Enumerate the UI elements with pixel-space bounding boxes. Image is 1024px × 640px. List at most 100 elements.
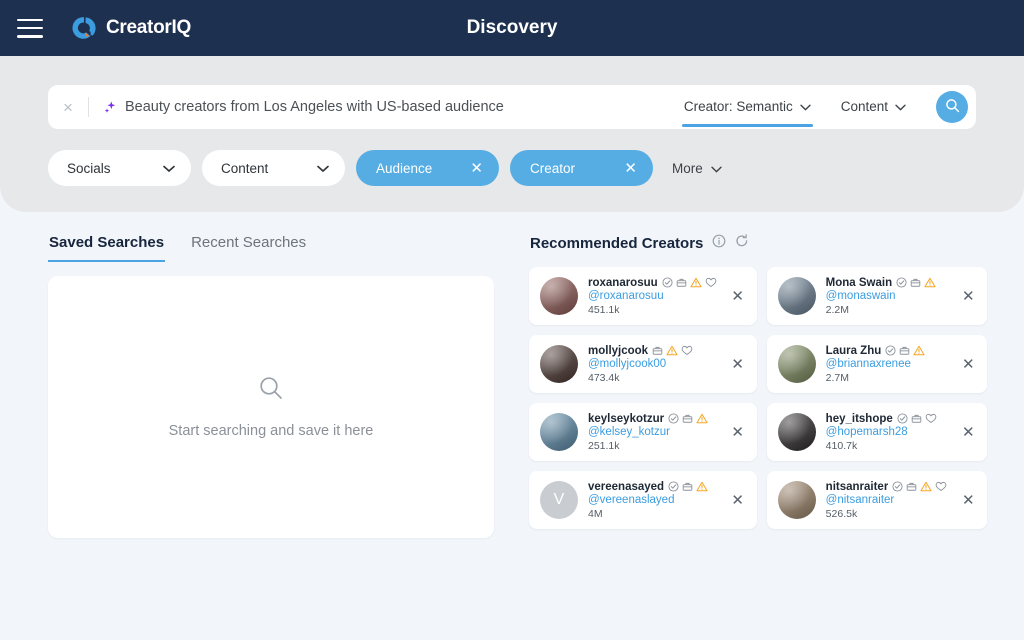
search-mode-content[interactable]: Content bbox=[839, 87, 908, 127]
creator-info: nitsanraiter@nitsanraiter 526.5k bbox=[826, 481, 948, 520]
remove-filter-icon[interactable]: ✕ bbox=[470, 161, 483, 176]
recommended-creators-grid: roxanarosuu@roxanarosuu451.1k✕Mona Swain… bbox=[529, 267, 987, 529]
creator-name-row: vereenasayed bbox=[588, 481, 717, 493]
verified-icon bbox=[885, 345, 896, 356]
creator-handle-link[interactable]: @roxanarosuu bbox=[588, 290, 717, 302]
search-icon bbox=[945, 98, 960, 116]
dismiss-creator-icon[interactable]: ✕ bbox=[727, 493, 749, 508]
filter-chip-content[interactable]: Content bbox=[202, 150, 345, 186]
clear-search-icon[interactable]: × bbox=[48, 99, 88, 116]
dismiss-creator-icon[interactable]: ✕ bbox=[957, 289, 979, 304]
creator-badges bbox=[896, 277, 936, 288]
creator-name: Mona Swain bbox=[826, 277, 892, 289]
creator-badges bbox=[892, 481, 947, 492]
creator-handle-link[interactable]: @briannaxrenee bbox=[826, 358, 948, 370]
filter-chip-label: Creator bbox=[530, 161, 575, 176]
filter-chip-label: Audience bbox=[376, 161, 432, 176]
creator-card[interactable]: Vvereenasayed@vereenaslayed4M ✕ bbox=[529, 471, 757, 529]
more-filters-button[interactable]: More bbox=[664, 150, 726, 186]
creator-card[interactable]: mollyjcook@mollyjcook00473.4k ✕ bbox=[529, 335, 757, 393]
main-content: Saved Searches Recent Searches Start sea… bbox=[0, 212, 1024, 538]
brand-logo-link[interactable]: CreatorIQ bbox=[71, 15, 191, 41]
dismiss-creator-icon[interactable]: ✕ bbox=[957, 493, 979, 508]
warning-icon bbox=[690, 277, 702, 288]
creator-card[interactable]: nitsanraiter@nitsanraiter 526.5k ✕ bbox=[767, 471, 988, 529]
filter-chip-creator[interactable]: Creator ✕ bbox=[510, 150, 653, 186]
info-circle-icon[interactable] bbox=[712, 234, 726, 253]
verified-icon bbox=[897, 413, 908, 424]
creator-info: mollyjcook@mollyjcook00473.4k bbox=[588, 345, 717, 384]
refresh-icon[interactable] bbox=[735, 234, 749, 253]
creator-info: Mona Swain@monaswain 2.2M bbox=[826, 277, 948, 316]
filter-chip-audience[interactable]: Audience ✕ bbox=[356, 150, 499, 186]
warning-icon bbox=[666, 345, 678, 356]
search-filter-panel: × Beauty creators from Los Angeles with … bbox=[0, 56, 1024, 212]
chevron-down-icon bbox=[711, 161, 722, 176]
creator-badges bbox=[897, 413, 937, 424]
filter-chip-label: Socials bbox=[67, 161, 111, 176]
creator-name-row: Laura Zhu bbox=[826, 345, 948, 357]
heart-icon bbox=[681, 345, 693, 356]
creator-info: hey_itshope@hopemarsh28 410.7k bbox=[826, 413, 948, 452]
creator-follower-count: 526.5k bbox=[826, 508, 948, 520]
briefcase-icon bbox=[910, 277, 921, 288]
search-mode-label: Creator: Semantic bbox=[684, 99, 793, 114]
creator-badges bbox=[662, 277, 717, 288]
avatar: V bbox=[540, 481, 578, 519]
briefcase-icon bbox=[682, 481, 693, 492]
creator-handle-link[interactable]: @kelsey_kotzur bbox=[588, 426, 717, 438]
searches-tab-bar: Saved Searches Recent Searches bbox=[48, 234, 494, 262]
briefcase-icon bbox=[906, 481, 917, 492]
creator-handle-link[interactable]: @nitsanraiter bbox=[826, 494, 948, 506]
creator-card[interactable]: hey_itshope@hopemarsh28 410.7k ✕ bbox=[767, 403, 988, 461]
creator-name: nitsanraiter bbox=[826, 481, 889, 493]
creator-name-row: roxanarosuu bbox=[588, 277, 717, 289]
filter-chip-socials[interactable]: Socials bbox=[48, 150, 191, 186]
creator-card[interactable]: keylseykotzur@kelsey_kotzur251.1k✕ bbox=[529, 403, 757, 461]
briefcase-icon bbox=[682, 413, 693, 424]
creator-handle-link[interactable]: @hopemarsh28 bbox=[826, 426, 948, 438]
creator-handle-link[interactable]: @monaswain bbox=[826, 290, 948, 302]
dismiss-creator-icon[interactable]: ✕ bbox=[957, 425, 979, 440]
search-submit-button[interactable] bbox=[936, 91, 968, 123]
creator-card[interactable]: roxanarosuu@roxanarosuu 451.1k ✕ bbox=[529, 267, 757, 325]
creator-name-row: mollyjcook bbox=[588, 345, 717, 357]
tab-saved-searches[interactable]: Saved Searches bbox=[49, 234, 164, 262]
search-divider bbox=[88, 97, 89, 117]
creator-name-row: keylseykotzur bbox=[588, 413, 717, 425]
creator-badges bbox=[668, 481, 708, 492]
recommended-header: Recommended Creators bbox=[529, 234, 987, 264]
creator-follower-count: 451.1k bbox=[588, 304, 717, 316]
creator-name: hey_itshope bbox=[826, 413, 893, 425]
dismiss-creator-icon[interactable]: ✕ bbox=[727, 425, 749, 440]
search-input[interactable]: Beauty creators from Los Angeles with US… bbox=[125, 100, 682, 115]
creator-card[interactable]: Laura Zhu@briannaxrenee2.7M✕ bbox=[767, 335, 988, 393]
dismiss-creator-icon[interactable]: ✕ bbox=[727, 357, 749, 372]
dismiss-creator-icon[interactable]: ✕ bbox=[727, 289, 749, 304]
chevron-down-icon bbox=[163, 161, 175, 176]
verified-icon bbox=[896, 277, 907, 288]
creator-follower-count: 410.7k bbox=[826, 440, 948, 452]
chevron-down-icon bbox=[895, 99, 906, 114]
tab-recent-searches[interactable]: Recent Searches bbox=[191, 234, 306, 262]
creator-badges bbox=[652, 345, 693, 356]
creator-info: vereenasayed@vereenaslayed4M bbox=[588, 481, 717, 520]
creator-handle-link[interactable]: @mollyjcook00 bbox=[588, 358, 717, 370]
search-icon bbox=[258, 375, 284, 406]
creator-follower-count: 2.2M bbox=[826, 304, 948, 316]
heart-icon bbox=[705, 277, 717, 288]
empty-state-text: Start searching and save it here bbox=[169, 423, 374, 439]
search-mode-label: Content bbox=[841, 99, 888, 114]
dismiss-creator-icon[interactable]: ✕ bbox=[957, 357, 979, 372]
filter-chip-label: Content bbox=[221, 161, 268, 176]
creator-handle-link[interactable]: @vereenaslayed bbox=[588, 494, 717, 506]
heart-icon bbox=[935, 481, 947, 492]
remove-filter-icon[interactable]: ✕ bbox=[624, 161, 637, 176]
creator-card[interactable]: Mona Swain@monaswain 2.2M ✕ bbox=[767, 267, 988, 325]
avatar bbox=[540, 413, 578, 451]
hamburger-menu-icon[interactable] bbox=[17, 19, 43, 38]
creator-badges bbox=[668, 413, 708, 424]
warning-icon bbox=[696, 481, 708, 492]
tab-label: Recent Searches bbox=[191, 234, 306, 251]
search-mode-creator-semantic[interactable]: Creator: Semantic bbox=[682, 87, 813, 127]
